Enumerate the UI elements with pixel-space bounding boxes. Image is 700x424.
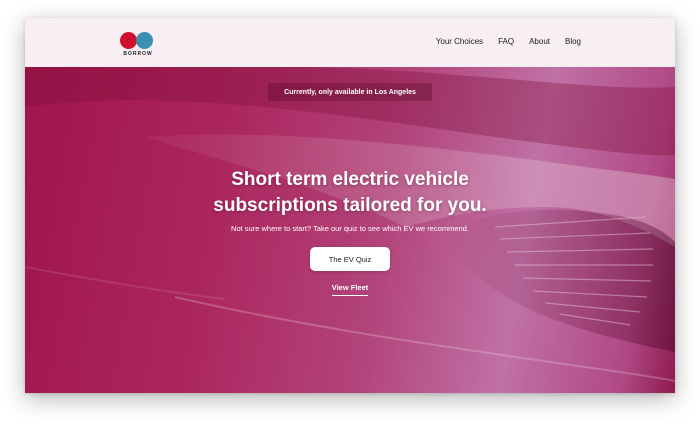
logo-wordmark: BORROW <box>123 51 153 57</box>
borrow-logo[interactable]: BORROW <box>118 32 158 58</box>
ev-quiz-button[interactable]: The EV Quiz <box>310 247 390 271</box>
hero-section: Currently, only available in Los Angeles… <box>25 67 675 393</box>
main-nav: Your Choices FAQ About Blog <box>436 37 581 46</box>
view-fleet-underline <box>332 295 368 296</box>
top-navbar: BORROW Your Choices FAQ About Blog <box>25 18 675 68</box>
nav-blog[interactable]: Blog <box>565 37 581 46</box>
logo-blue-dot <box>136 32 153 49</box>
hero-headline: Short term electric vehicle subscription… <box>175 167 525 219</box>
view-fleet-label: View Fleet <box>331 283 369 292</box>
nav-about[interactable]: About <box>529 37 550 46</box>
browser-window: BORROW Your Choices FAQ About Blog Curre… <box>25 18 675 393</box>
nav-your-choices[interactable]: Your Choices <box>436 37 483 46</box>
hero-subtext: Not sure where to start? Take our quiz t… <box>231 224 469 233</box>
availability-banner: Currently, only available in Los Angeles <box>268 83 432 101</box>
headline-line-1: Short term electric vehicle <box>231 169 469 190</box>
logo-red-dot <box>120 32 137 49</box>
headline-line-2: subscriptions tailored for you. <box>213 195 487 216</box>
nav-faq[interactable]: FAQ <box>498 37 514 46</box>
view-fleet-link[interactable]: View Fleet <box>315 283 385 296</box>
availability-text: Currently, only available in Los Angeles <box>284 88 416 96</box>
